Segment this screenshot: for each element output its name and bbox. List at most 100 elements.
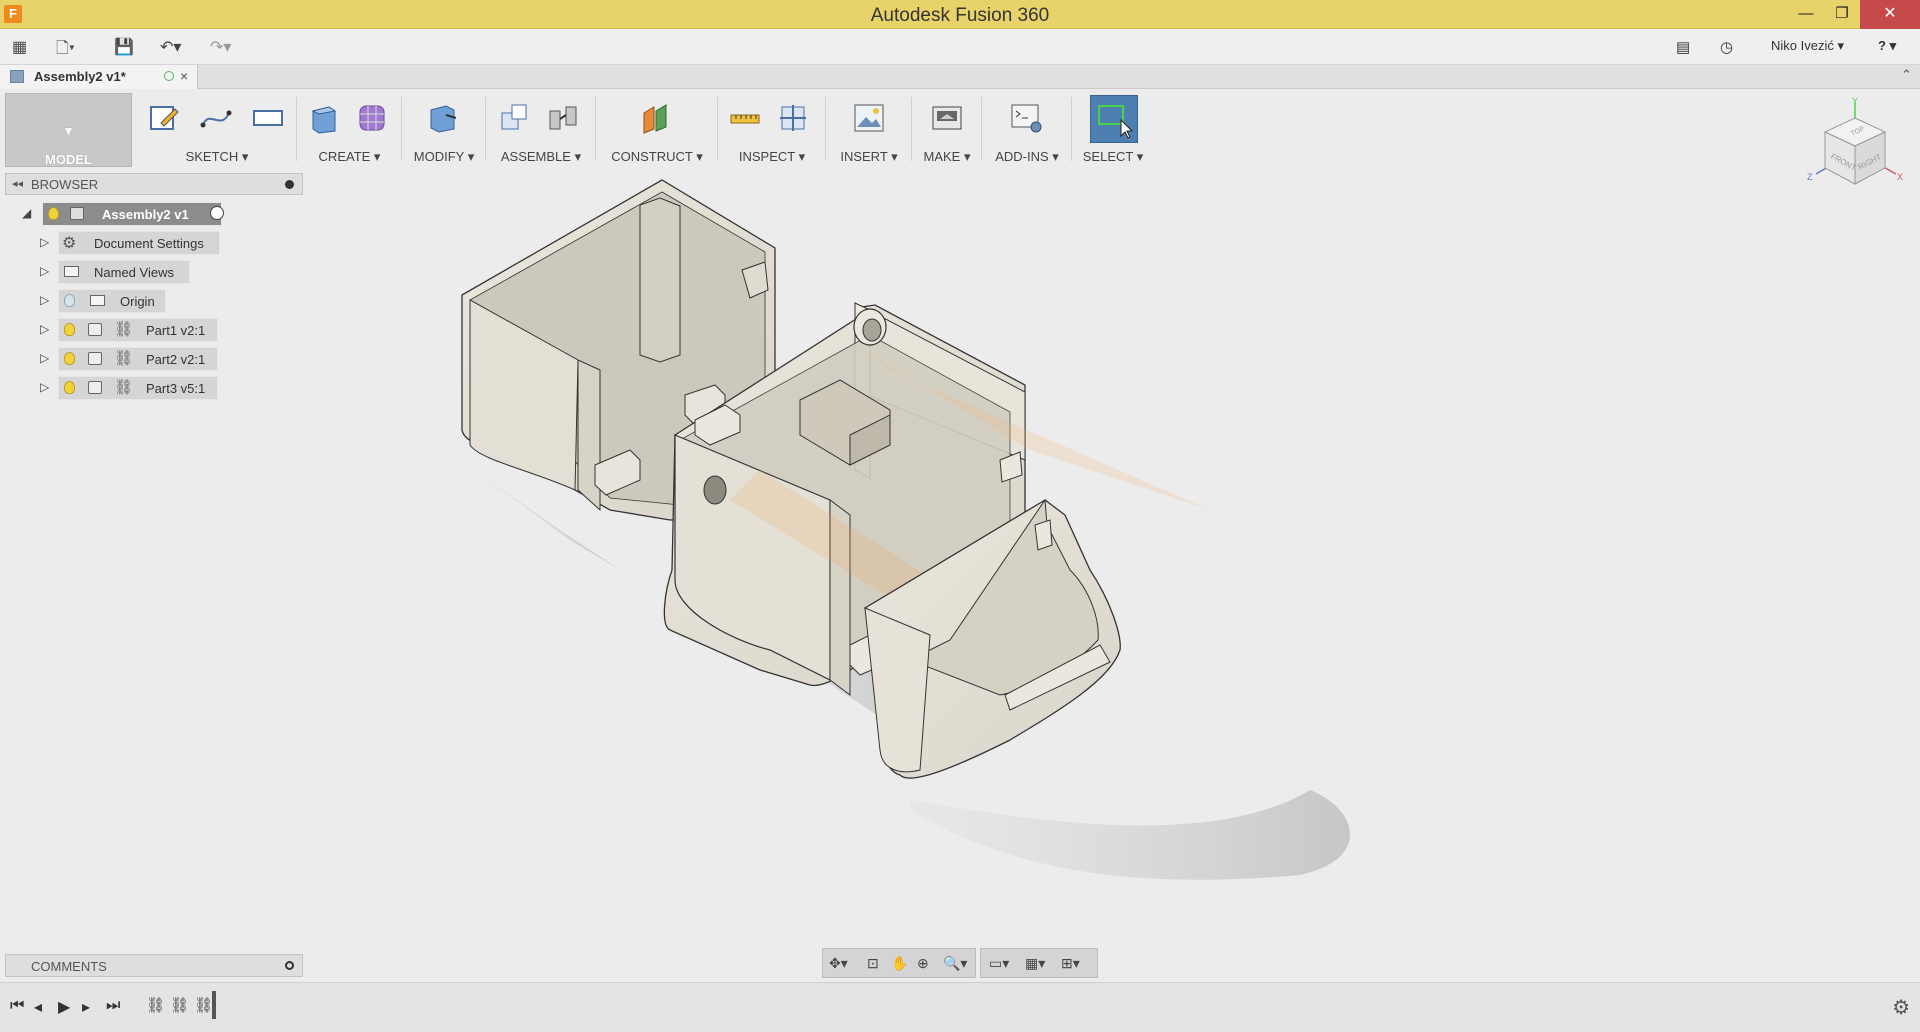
undo-icon[interactable]: ↶▾ <box>160 37 181 57</box>
sketch-label: SKETCH <box>185 149 239 164</box>
tree-item-label: Part1 v2:1 <box>146 323 206 338</box>
expand-triangle-icon[interactable]: ▷ <box>40 322 49 336</box>
inspect-menu[interactable]: INSPECT ▾ <box>718 149 826 165</box>
make-menu[interactable]: MAKE ▾ <box>912 149 982 165</box>
axis-x-label: X <box>1897 172 1903 182</box>
axis-y-label: Y <box>1852 96 1858 106</box>
activate-radio-icon[interactable] <box>210 206 224 220</box>
visibility-bulb-icon[interactable] <box>64 381 75 394</box>
restore-button[interactable]: ❐ <box>1824 0 1860 29</box>
timeline-next-icon[interactable]: ▸ <box>82 997 90 1017</box>
tree-item-part1[interactable]: ▷ ⛓ Part1 v2:1 <box>40 318 240 342</box>
collapse-triangle-icon[interactable]: ◢ <box>22 206 31 220</box>
form-icon[interactable] <box>355 101 389 135</box>
data-panel-grid-icon[interactable]: ▦ <box>12 37 27 57</box>
timeline-marker[interactable] <box>212 991 216 1019</box>
expand-triangle-icon[interactable]: ▷ <box>40 380 49 394</box>
select-tool-icon[interactable] <box>1090 95 1138 143</box>
create-menu[interactable]: CREATE ▾ <box>297 149 402 165</box>
help-menu-icon[interactable]: ? ▾ <box>1878 38 1896 54</box>
job-status-clock-icon[interactable]: ◷ <box>1720 38 1733 56</box>
create-sketch-icon[interactable] <box>147 101 181 135</box>
close-button[interactable]: ✕ <box>1860 0 1920 29</box>
visibility-bulb-icon[interactable] <box>64 294 75 307</box>
joint-icon[interactable] <box>546 101 580 135</box>
rectangle-icon[interactable] <box>251 101 285 135</box>
section-analysis-icon[interactable] <box>776 101 810 135</box>
insert-menu[interactable]: INSERT ▾ <box>826 149 912 165</box>
visibility-bulb-icon[interactable] <box>64 352 75 365</box>
make-group: MAKE ▾ <box>912 93 982 167</box>
collapse-toolbar-icon[interactable]: ⌃ <box>1901 67 1912 83</box>
timeline-previous-icon[interactable]: ◂ <box>34 997 42 1017</box>
link-icon: ⛓ <box>114 350 134 367</box>
window-title: Autodesk Fusion 360 <box>870 5 1050 26</box>
comments-panel-header[interactable]: COMMENTS <box>5 954 303 977</box>
redo-icon[interactable]: ↷▾ <box>210 37 231 57</box>
extrude-icon[interactable] <box>307 101 341 135</box>
modify-menu[interactable]: MODIFY ▾ <box>402 149 486 165</box>
save-icon[interactable]: 💾 <box>114 37 134 57</box>
timeline-last-icon[interactable]: ⏭ <box>106 997 120 1015</box>
pan-hand-icon[interactable]: ✋ <box>891 955 908 972</box>
scripts-addins-icon[interactable] <box>1010 101 1044 135</box>
user-account-menu[interactable]: Niko Ivezić ▾ <box>1771 38 1844 54</box>
inspect-group: INSPECT ▾ <box>718 93 826 167</box>
display-settings-icon[interactable]: ▭▾ <box>989 955 1009 972</box>
expand-triangle-icon[interactable]: ▷ <box>40 293 49 307</box>
look-at-icon[interactable]: ⊡ <box>867 955 879 972</box>
offset-plane-icon[interactable] <box>640 101 674 135</box>
folder-icon <box>64 266 79 277</box>
folder-icon <box>90 295 105 306</box>
timeline-joint-feature-icon[interactable]: ⛓ <box>146 996 165 1016</box>
measure-icon[interactable] <box>728 101 762 135</box>
browser-pin-icon[interactable] <box>285 180 294 189</box>
notifications-icon[interactable]: ▤ <box>1676 38 1690 56</box>
tree-root-assembly[interactable]: ◢ Assembly2 v1 <box>18 202 238 226</box>
browser-panel-header[interactable]: ◂◂ BROWSER <box>5 173 303 195</box>
document-tab[interactable]: Assembly2 v1* × <box>0 65 198 89</box>
3d-print-icon[interactable] <box>930 101 964 135</box>
construct-menu[interactable]: CONSTRUCT ▾ <box>596 149 718 165</box>
zoom-icon[interactable]: ⊕ <box>917 955 929 972</box>
tree-item-part3[interactable]: ▷ ⛓ Part3 v5:1 <box>40 376 240 400</box>
timeline-joint-feature-icon[interactable]: ⛓ <box>194 996 213 1016</box>
viewcube[interactable]: TOP FRONT RIGHT Y Z X <box>1800 96 1910 206</box>
minimize-button[interactable]: — <box>1788 0 1824 29</box>
sketch-menu[interactable]: SKETCH ▾ <box>137 149 297 165</box>
workspace-switcher[interactable]: MODEL ▾ <box>5 93 132 167</box>
new-component-icon[interactable] <box>498 101 532 135</box>
tree-item-label: Document Settings <box>94 236 204 251</box>
add-comment-icon[interactable] <box>285 961 294 970</box>
select-menu[interactable]: SELECT ▾ <box>1072 149 1154 165</box>
visibility-bulb-icon[interactable] <box>64 323 75 336</box>
assemble-menu[interactable]: ASSEMBLE ▾ <box>486 149 596 165</box>
expand-triangle-icon[interactable]: ▷ <box>40 264 49 278</box>
viewports-icon[interactable]: ⊞▾ <box>1061 955 1080 972</box>
timeline-play-icon[interactable]: ▶ <box>58 997 70 1017</box>
tree-item-origin[interactable]: ▷ Origin <box>40 289 240 313</box>
fit-zoom-icon[interactable]: 🔍▾ <box>943 955 967 972</box>
visibility-bulb-icon[interactable] <box>48 207 59 220</box>
expand-triangle-icon[interactable]: ▷ <box>40 351 49 365</box>
timeline-joint-feature-icon[interactable]: ⛓ <box>170 996 189 1016</box>
addins-group: ADD-INS ▾ <box>982 93 1072 167</box>
spline-icon[interactable] <box>199 101 233 135</box>
timeline-first-icon[interactable]: ⏮ <box>10 997 24 1015</box>
file-menu-icon[interactable]: 🗋▾ <box>56 37 75 64</box>
3d-viewport[interactable] <box>310 170 1460 910</box>
collapse-browser-icon[interactable]: ◂◂ <box>12 177 23 190</box>
tree-item-part2[interactable]: ▷ ⛓ Part2 v2:1 <box>40 347 240 371</box>
close-tab-icon[interactable]: × <box>180 68 188 84</box>
attached-canvas-icon[interactable] <box>852 101 886 135</box>
timeline-settings-gear-icon[interactable]: ⚙ <box>1892 995 1910 1020</box>
orbit-icon[interactable]: ✥▾ <box>829 955 848 972</box>
expand-triangle-icon[interactable]: ▷ <box>40 235 49 249</box>
addins-menu[interactable]: ADD-INS ▾ <box>982 149 1072 165</box>
tree-item-document-settings[interactable]: ▷ ⚙ Document Settings <box>40 231 240 255</box>
select-label: SELECT <box>1082 149 1134 164</box>
press-pull-icon[interactable] <box>426 101 460 135</box>
grid-snaps-icon[interactable]: ▦▾ <box>1025 955 1045 972</box>
tree-item-named-views[interactable]: ▷ Named Views <box>40 260 240 284</box>
sketch-group: SKETCH ▾ <box>137 93 297 167</box>
